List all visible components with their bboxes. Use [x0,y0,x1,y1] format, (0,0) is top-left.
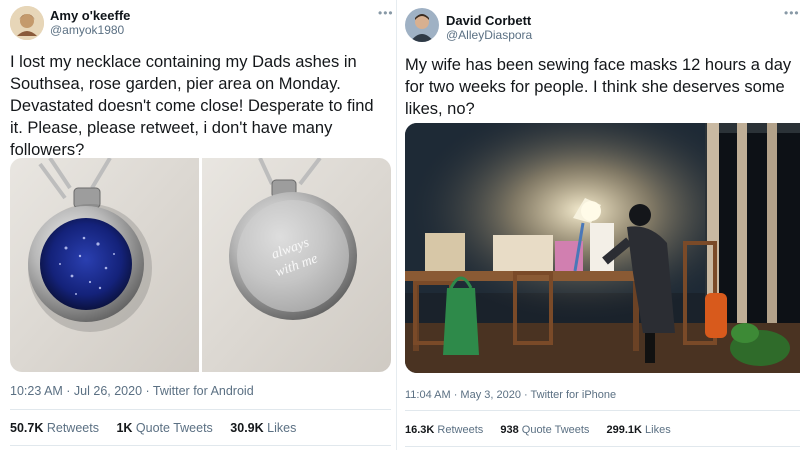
tweet-timestamp[interactable]: 10:23 AM · Jul 26, 2020 · Twitter for An… [10,384,254,398]
tweet-stats: 50.7K Retweets 1K Quote Tweets 30.9K Lik… [10,421,310,435]
necklace-photo-back: always with me [202,158,391,372]
quote-tweets-count: 938 [500,424,519,436]
tweet-card-amy: Amy o'keeffe @amyok1980 ••• I lost my ne… [0,0,396,450]
tweet-text-line: My wife has been sewing face masks 12 ho… [405,56,792,74]
tweet-text-line: Devastated doesn't come close! Desperate… [10,97,374,115]
retweets-count: 50.7K [10,421,44,435]
divider [405,446,800,447]
retweets-label: Retweets [437,424,484,436]
avatar[interactable] [405,8,439,42]
tweet-card-david: David Corbett @AlleyDiaspora ••• My wife… [400,0,800,450]
likes-count: 299.1K [606,424,642,436]
display-name[interactable]: David Corbett [446,13,531,28]
retweets-count: 16.3K [405,424,435,436]
quote-tweets-stat[interactable]: 1K Quote Tweets [116,421,212,435]
retweets-label: Retweets [46,421,99,435]
divider [10,409,391,410]
quote-tweets-label: Quote Tweets [521,424,590,436]
tweet-stats: 16.3K Retweets 938 Quote Tweets 299.1K L… [405,424,685,436]
more-icon[interactable]: ••• [784,6,800,20]
likes-label: Likes [267,421,297,435]
retweets-stat[interactable]: 50.7K Retweets [10,421,99,435]
likes-count: 30.9K [230,421,264,435]
avatar[interactable] [10,6,44,40]
tweet-text-line: Southsea, rose garden, pier area on Mond… [10,75,341,93]
tweet-media[interactable]: always with me [10,158,391,372]
retweets-stat[interactable]: 16.3K Retweets [405,424,483,436]
tweet-timestamp[interactable]: 11:04 AM · May 3, 2020 · Twitter for iPh… [405,389,616,401]
quote-tweets-stat[interactable]: 938 Quote Tweets [500,424,589,436]
likes-label: Likes [645,424,671,436]
tweet-text-line: likes, no? [405,100,475,118]
tweet-text-line: for two weeks for people. I think she de… [405,78,785,96]
sewing-room-photo [405,123,800,373]
tweet-text-line: I lost my necklace containing my Dads as… [10,53,357,71]
more-icon[interactable]: ••• [378,6,394,20]
likes-stat[interactable]: 30.9K Likes [230,421,296,435]
quote-tweets-label: Quote Tweets [135,421,213,435]
divider [405,410,800,411]
avatar-photo [10,6,44,40]
divider [10,445,391,446]
user-handle[interactable]: @AlleyDiaspora [446,28,532,42]
quote-tweets-count: 1K [116,421,133,435]
user-handle[interactable]: @amyok1980 [50,23,124,37]
necklace-photo-front [10,158,199,372]
tweet-media[interactable] [405,123,800,373]
tweet-text-line: it. Please, please retweet, i don't have… [10,119,333,137]
tweet-text: I lost my necklace containing my Dads as… [10,51,394,161]
tweet-text: My wife has been sewing face masks 12 ho… [405,54,797,120]
avatar-photo [405,8,439,42]
likes-stat[interactable]: 299.1K Likes [607,424,671,436]
display-name[interactable]: Amy o'keeffe [50,8,130,23]
